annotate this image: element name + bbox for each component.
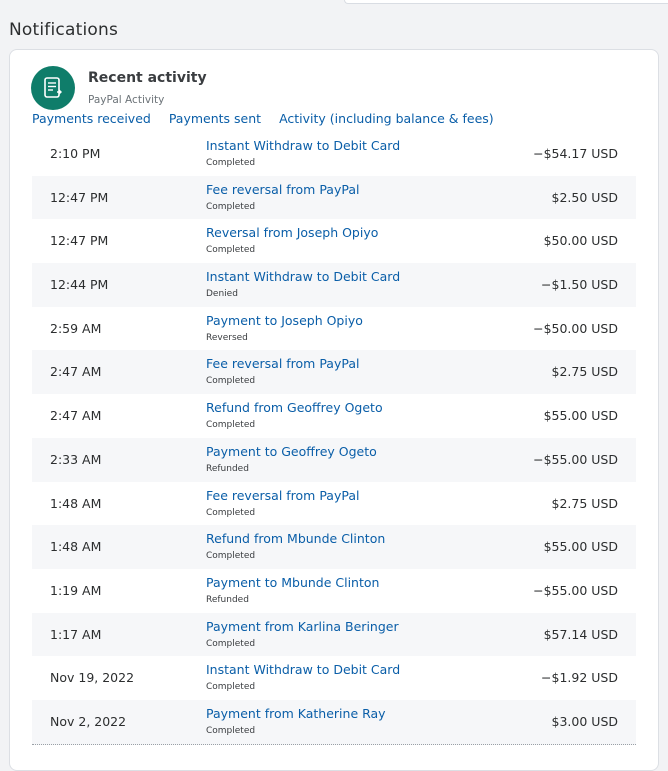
tab-payments-sent[interactable]: Payments sent bbox=[169, 111, 261, 126]
transaction-description-link[interactable]: Fee reversal from PayPal bbox=[206, 488, 359, 503]
transaction-description-link[interactable]: Refund from Geoffrey Ogeto bbox=[206, 400, 383, 415]
transaction-amount: $55.00 USD bbox=[543, 539, 618, 555]
transaction-description-link[interactable]: Instant Withdraw to Debit Card bbox=[206, 662, 400, 677]
transaction-status: Completed bbox=[206, 376, 256, 387]
table-row[interactable]: 12:44 PM Instant Withdraw to Debit Card … bbox=[32, 263, 636, 307]
transaction-time: 2:47 AM bbox=[50, 408, 102, 424]
table-row[interactable]: 2:59 AM Payment to Joseph Opiyo Reversed… bbox=[32, 307, 636, 351]
transaction-status: Completed bbox=[206, 420, 256, 431]
transaction-status: Denied bbox=[206, 289, 238, 300]
table-row[interactable]: 1:19 AM Payment to Mbunde Clinton Refund… bbox=[32, 569, 636, 613]
table-row[interactable]: 1:48 AM Fee reversal from PayPal Complet… bbox=[32, 482, 636, 526]
transaction-amount: $2.75 USD bbox=[551, 364, 618, 380]
transaction-time: 1:48 AM bbox=[50, 539, 102, 555]
transaction-amount: −$55.00 USD bbox=[533, 451, 618, 467]
transaction-time: 2:10 PM bbox=[50, 146, 101, 161]
transaction-time: 2:47 AM bbox=[50, 364, 102, 380]
table-row[interactable]: 12:47 PM Reversal from Joseph Opiyo Comp… bbox=[32, 219, 636, 263]
table-row[interactable]: Nov 19, 2022 Instant Withdraw to Debit C… bbox=[32, 656, 636, 700]
transaction-description-link[interactable]: Fee reversal from PayPal bbox=[206, 356, 359, 371]
transaction-description-link[interactable]: Payment from Karlina Beringer bbox=[206, 619, 399, 634]
card-subtitle: PayPal Activity bbox=[88, 94, 165, 106]
transaction-time: Nov 2, 2022 bbox=[50, 713, 127, 729]
transaction-status: Completed bbox=[206, 158, 256, 168]
page-title: Notifications bbox=[9, 20, 118, 40]
transaction-amount: $3.00 USD bbox=[551, 713, 618, 729]
transaction-time: 12:47 PM bbox=[50, 189, 109, 205]
transaction-amount: $2.75 USD bbox=[551, 495, 618, 511]
table-row[interactable]: 2:47 AM Fee reversal from PayPal Complet… bbox=[32, 350, 636, 395]
transaction-amount: $55.00 USD bbox=[543, 408, 618, 424]
transaction-amount: −$54.17 USD bbox=[533, 146, 618, 161]
receipt-icon bbox=[31, 66, 75, 110]
recent-activity-card: Recent activity PayPal Activity Payments… bbox=[9, 49, 659, 771]
transaction-description-link[interactable]: Refund from Mbunde Clinton bbox=[206, 531, 385, 546]
transaction-status: Completed bbox=[206, 507, 256, 518]
transaction-time: 12:47 PM bbox=[50, 233, 109, 249]
card-title: Recent activity bbox=[88, 70, 207, 86]
transaction-status: Reversed bbox=[206, 332, 248, 343]
transaction-description-link[interactable]: Payment to Joseph Opiyo bbox=[206, 313, 363, 328]
transaction-description-link[interactable]: Payment from Katherine Ray bbox=[206, 706, 386, 721]
table-row[interactable]: 2:10 PM Instant Withdraw to Debit Card C… bbox=[32, 132, 636, 176]
transaction-amount: $2.50 USD bbox=[551, 189, 618, 205]
transaction-amount: −$55.00 USD bbox=[533, 582, 618, 598]
table-row[interactable]: Nov 2, 2022 Payment from Katherine Ray C… bbox=[32, 699, 636, 745]
transaction-status: Completed bbox=[206, 682, 256, 693]
transaction-status: Completed bbox=[206, 201, 256, 212]
transaction-time: 2:33 AM bbox=[50, 451, 102, 467]
transaction-description-link[interactable]: Payment to Geoffrey Ogeto bbox=[206, 444, 377, 459]
transaction-status: Completed bbox=[206, 725, 256, 736]
transaction-description-link[interactable]: Reversal from Joseph Opiyo bbox=[206, 225, 378, 240]
transaction-amount: $50.00 USD bbox=[543, 233, 618, 249]
transaction-status: Completed bbox=[206, 551, 256, 562]
table-row[interactable]: 2:47 AM Refund from Geoffrey Ogeto Compl… bbox=[32, 394, 636, 438]
transaction-description-link[interactable]: Instant Withdraw to Debit Card bbox=[206, 269, 400, 284]
top-search-bar-edge bbox=[344, 0, 668, 4]
transaction-description-link[interactable]: Payment to Mbunde Clinton bbox=[206, 575, 379, 590]
transaction-description-link[interactable]: Fee reversal from PayPal bbox=[206, 182, 359, 197]
table-row[interactable]: 2:33 AM Payment to Geoffrey Ogeto Refund… bbox=[32, 437, 636, 482]
transaction-status: Completed bbox=[206, 245, 256, 256]
transaction-status: Refunded bbox=[206, 594, 249, 605]
transaction-time: 1:19 AM bbox=[50, 582, 102, 598]
transaction-status: Completed bbox=[206, 638, 256, 649]
transaction-time: 1:48 AM bbox=[50, 495, 102, 511]
transaction-status: Refunded bbox=[206, 463, 249, 474]
transaction-amount: $57.14 USD bbox=[543, 626, 618, 642]
activity-tabs: Payments received Payments sent Activity… bbox=[32, 111, 494, 126]
table-row[interactable]: 1:48 AM Refund from Mbunde Clinton Compl… bbox=[32, 525, 636, 569]
transaction-time: 1:17 AM bbox=[50, 626, 102, 642]
transaction-time: Nov 19, 2022 bbox=[50, 670, 135, 686]
transaction-amount: −$1.50 USD bbox=[541, 277, 618, 293]
transaction-amount: −$1.92 USD bbox=[541, 670, 618, 686]
transaction-list: 2:10 PM Instant Withdraw to Debit Card C… bbox=[32, 132, 636, 745]
table-row[interactable]: 1:17 AM Payment from Karlina Beringer Co… bbox=[32, 612, 636, 657]
transaction-amount: −$50.00 USD bbox=[533, 320, 618, 336]
tab-payments-received[interactable]: Payments received bbox=[32, 111, 151, 126]
table-row[interactable]: 12:47 PM Fee reversal from PayPal Comple… bbox=[32, 175, 636, 220]
transaction-time: 2:59 AM bbox=[50, 320, 102, 336]
transaction-description-link[interactable]: Instant Withdraw to Debit Card bbox=[206, 138, 400, 153]
tab-activity-all[interactable]: Activity (including balance & fees) bbox=[279, 111, 494, 126]
transaction-time: 12:44 PM bbox=[50, 277, 109, 293]
